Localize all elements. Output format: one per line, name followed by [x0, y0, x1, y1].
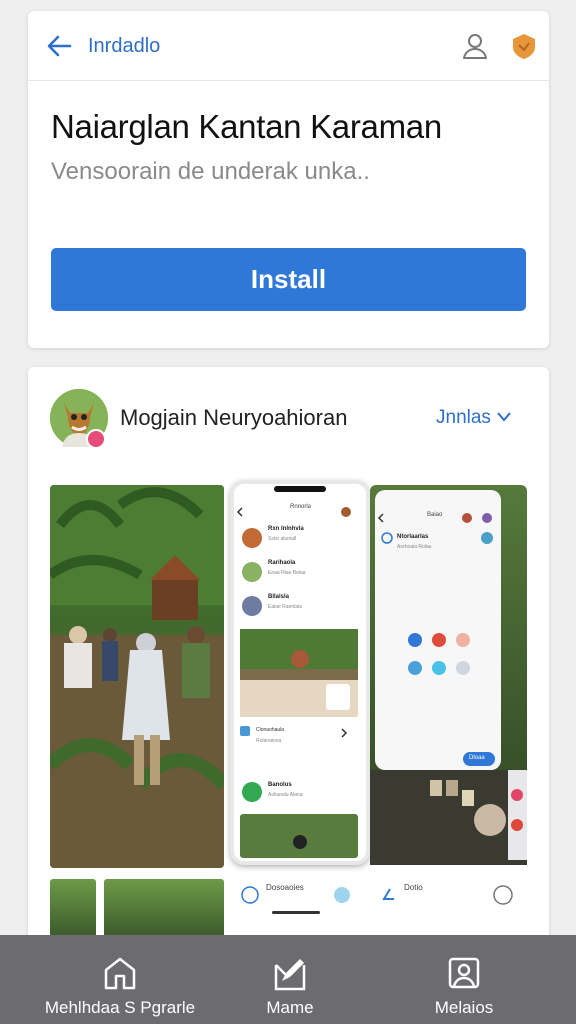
phone-b-title: Ntorlaarlas — [397, 534, 429, 540]
thumbnail-strip[interactable]: Dosoaoies Dotio — [50, 879, 527, 939]
nav-item-account[interactable]: Melaios — [404, 935, 524, 1024]
edit-icon — [272, 955, 308, 991]
phone-b-sub: Aorhoaia Rolau — [397, 544, 432, 550]
app-title: Naiarglan Kantan Karaman — [51, 108, 442, 145]
app-subtitle: Vensoorain de underak unka.. — [51, 158, 370, 185]
nav-label: Melaios — [434, 998, 494, 1017]
phone-screenshot-2[interactable]: Baiao Ntorlaarlas Aorhoaia Rolau Dloaa — [370, 485, 527, 865]
nav-label: Mame — [266, 998, 314, 1017]
phone-b-screen: Baiao Ntorlaarlas Aorhoaia Rolau Dloaa — [375, 490, 501, 770]
thumbnail-ui[interactable]: Dotio — [380, 879, 527, 937]
arrow-left-icon[interactable] — [44, 31, 74, 61]
nav-label: Mehlhdaa S Pgrarle — [44, 998, 196, 1017]
developer-link-label: Jnnlas — [436, 407, 491, 428]
home-icon — [102, 955, 138, 991]
nav-item-name[interactable]: Mame — [230, 935, 350, 1024]
phone-a-row-sub: Ealae Raenlaia — [268, 604, 302, 610]
account-icon — [446, 955, 482, 991]
thumbnail-ui[interactable]: Dosoaoies — [234, 879, 364, 937]
app-bar-title: Inrdadlo — [88, 35, 161, 57]
avatar-badge — [86, 429, 106, 449]
install-button[interactable]: Install — [51, 248, 526, 311]
person-icon[interactable] — [460, 31, 490, 61]
phone-a-row-sub: Enaa Rlae Belaa — [268, 570, 306, 576]
phone-a-mid-title: Clonaohaula — [256, 727, 285, 733]
phone-a-green-title: Banolus — [268, 782, 292, 788]
developer-card: Mogjain Neuryoahioran Jnnlas Rnnorla Rxn… — [28, 367, 549, 967]
developer-link[interactable]: Jnnlas — [436, 407, 512, 429]
thumbnail[interactable] — [104, 879, 224, 937]
thumbnail[interactable] — [50, 879, 96, 937]
chevron-down-icon — [497, 412, 511, 422]
thumbnail-label: Dotio — [404, 883, 423, 892]
screenshot-gallery[interactable]: Rnnorla Rxn Inlnhvla Sslsr aluoiall Rari… — [50, 480, 527, 870]
nav-item-home[interactable]: Mehlhdaa S Pgrarle — [40, 935, 200, 1024]
phone-screenshot-1[interactable]: Rnnorla Rxn Inlnhvla Sslsr aluoiall Rari… — [230, 480, 370, 865]
phone-a-header: Rnnorla — [290, 504, 312, 510]
app-header-card: Inrdadlo Naiarglan Kantan Karaman Vensoo… — [28, 11, 549, 348]
thumbnail-label: Dosoaoies — [266, 883, 304, 892]
developer-avatar[interactable] — [50, 389, 108, 449]
phone-a-row-title: Rarihaola — [268, 560, 296, 566]
phone-a-row-title: Rxn Inlnhvla — [268, 526, 304, 532]
phone-a-row-sub: Sslsr aluoiall — [268, 536, 297, 542]
screenshot-photo[interactable] — [50, 485, 224, 868]
app-bar: Inrdadlo — [28, 11, 549, 81]
phone-a-row-title: Bllalsla — [268, 594, 290, 600]
phone-a-green-sub: Aoliaoalu Alana — [268, 792, 303, 798]
bottom-nav: Mehlhdaa S Pgrarle Mame Melaios — [0, 935, 576, 1024]
developer-name: Mogjain Neuryoahioran — [120, 405, 348, 430]
phone-a-mid-sub: Rolanaiona — [256, 738, 282, 744]
phone-b-header: Baiao — [427, 512, 443, 518]
phone-b-cta: Dloaa — [469, 755, 485, 761]
shield-icon[interactable] — [510, 32, 538, 60]
